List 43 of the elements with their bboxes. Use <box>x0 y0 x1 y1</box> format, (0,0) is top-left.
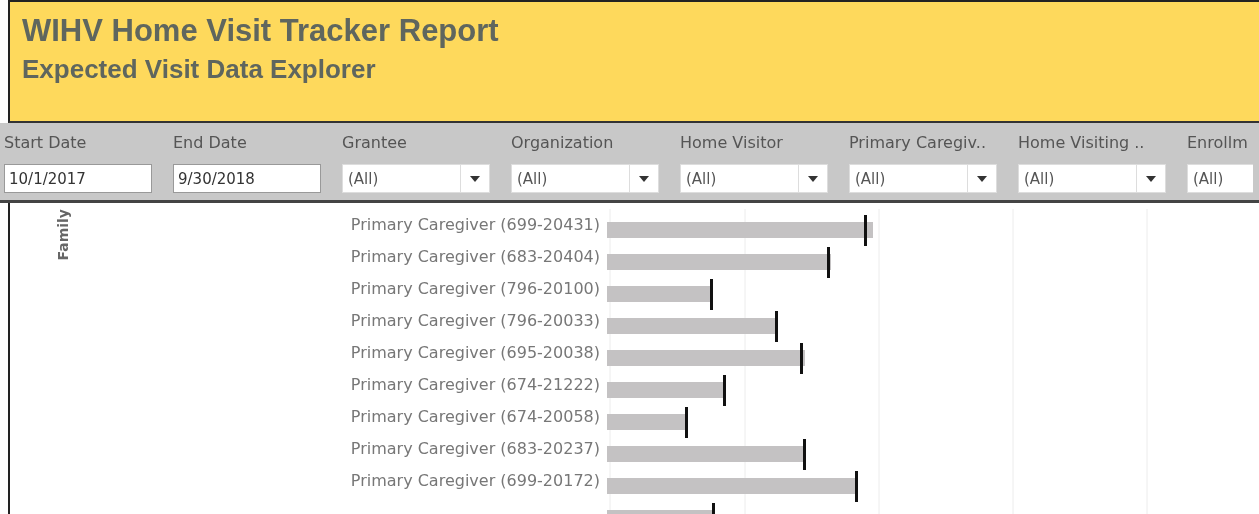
row-label: Primary Caregiver (695-20038) <box>349 342 600 364</box>
filter-label: Organization <box>511 133 615 154</box>
report-title: WIHV Home Visit Tracker Report <box>22 12 500 50</box>
filter-dropdown[interactable]: (All) <box>1187 164 1253 193</box>
target-marker <box>710 279 713 310</box>
target-marker <box>712 503 715 514</box>
filter-label: Primary Caregiv.. <box>849 133 987 154</box>
date-field[interactable]: 9/30/2018 <box>173 164 321 193</box>
row-label: Primary Caregiver (796-20100) <box>349 278 600 300</box>
row-label: Primary Caregiver (674-20058) <box>349 406 600 428</box>
axis-label: Family <box>55 209 71 261</box>
target-marker <box>827 247 830 278</box>
target-marker <box>723 375 726 406</box>
row-label: Primary Caregiver (683-20404) <box>349 246 600 268</box>
row-label: Primary Caregiver (674-21222) <box>349 374 600 396</box>
row-label: Primary Caregiver (683-20237) <box>349 438 600 460</box>
target-marker <box>864 215 867 246</box>
target-marker <box>800 343 803 374</box>
filter-dropdown[interactable]: (All) <box>680 164 828 193</box>
row-label: Primary Caregiver (699-20172) <box>349 470 600 492</box>
filter-label: Start Date <box>4 133 88 154</box>
filter-dropdown[interactable]: (All) <box>849 164 997 193</box>
target-marker <box>803 439 806 470</box>
filter-dropdown[interactable]: (All) <box>342 164 490 193</box>
filter-dropdown[interactable]: (All) <box>511 164 659 193</box>
caret-icon <box>1146 175 1156 182</box>
target-marker <box>855 471 858 502</box>
caret-icon <box>639 175 649 182</box>
caret-icon <box>808 175 818 182</box>
row-label: Primary Caregiver (796-20033) <box>349 310 600 332</box>
caret-icon <box>470 175 480 182</box>
report-subtitle: Expected Visit Data Explorer <box>22 53 377 86</box>
filter-label: Grantee <box>342 133 408 154</box>
filter-label: Enrollm <box>1187 133 1249 154</box>
target-marker <box>775 311 778 342</box>
date-field[interactable]: 10/1/2017 <box>4 164 152 193</box>
filter-dropdown[interactable]: (All) <box>1018 164 1166 193</box>
caret-icon <box>977 175 987 182</box>
filter-label: End Date <box>173 133 248 154</box>
filter-label: Home Visitor <box>680 133 784 154</box>
row-label: Primary Caregiver (699-20431) <box>349 214 600 236</box>
filter-label: Home Visiting .. <box>1018 133 1146 154</box>
target-marker <box>685 407 688 438</box>
